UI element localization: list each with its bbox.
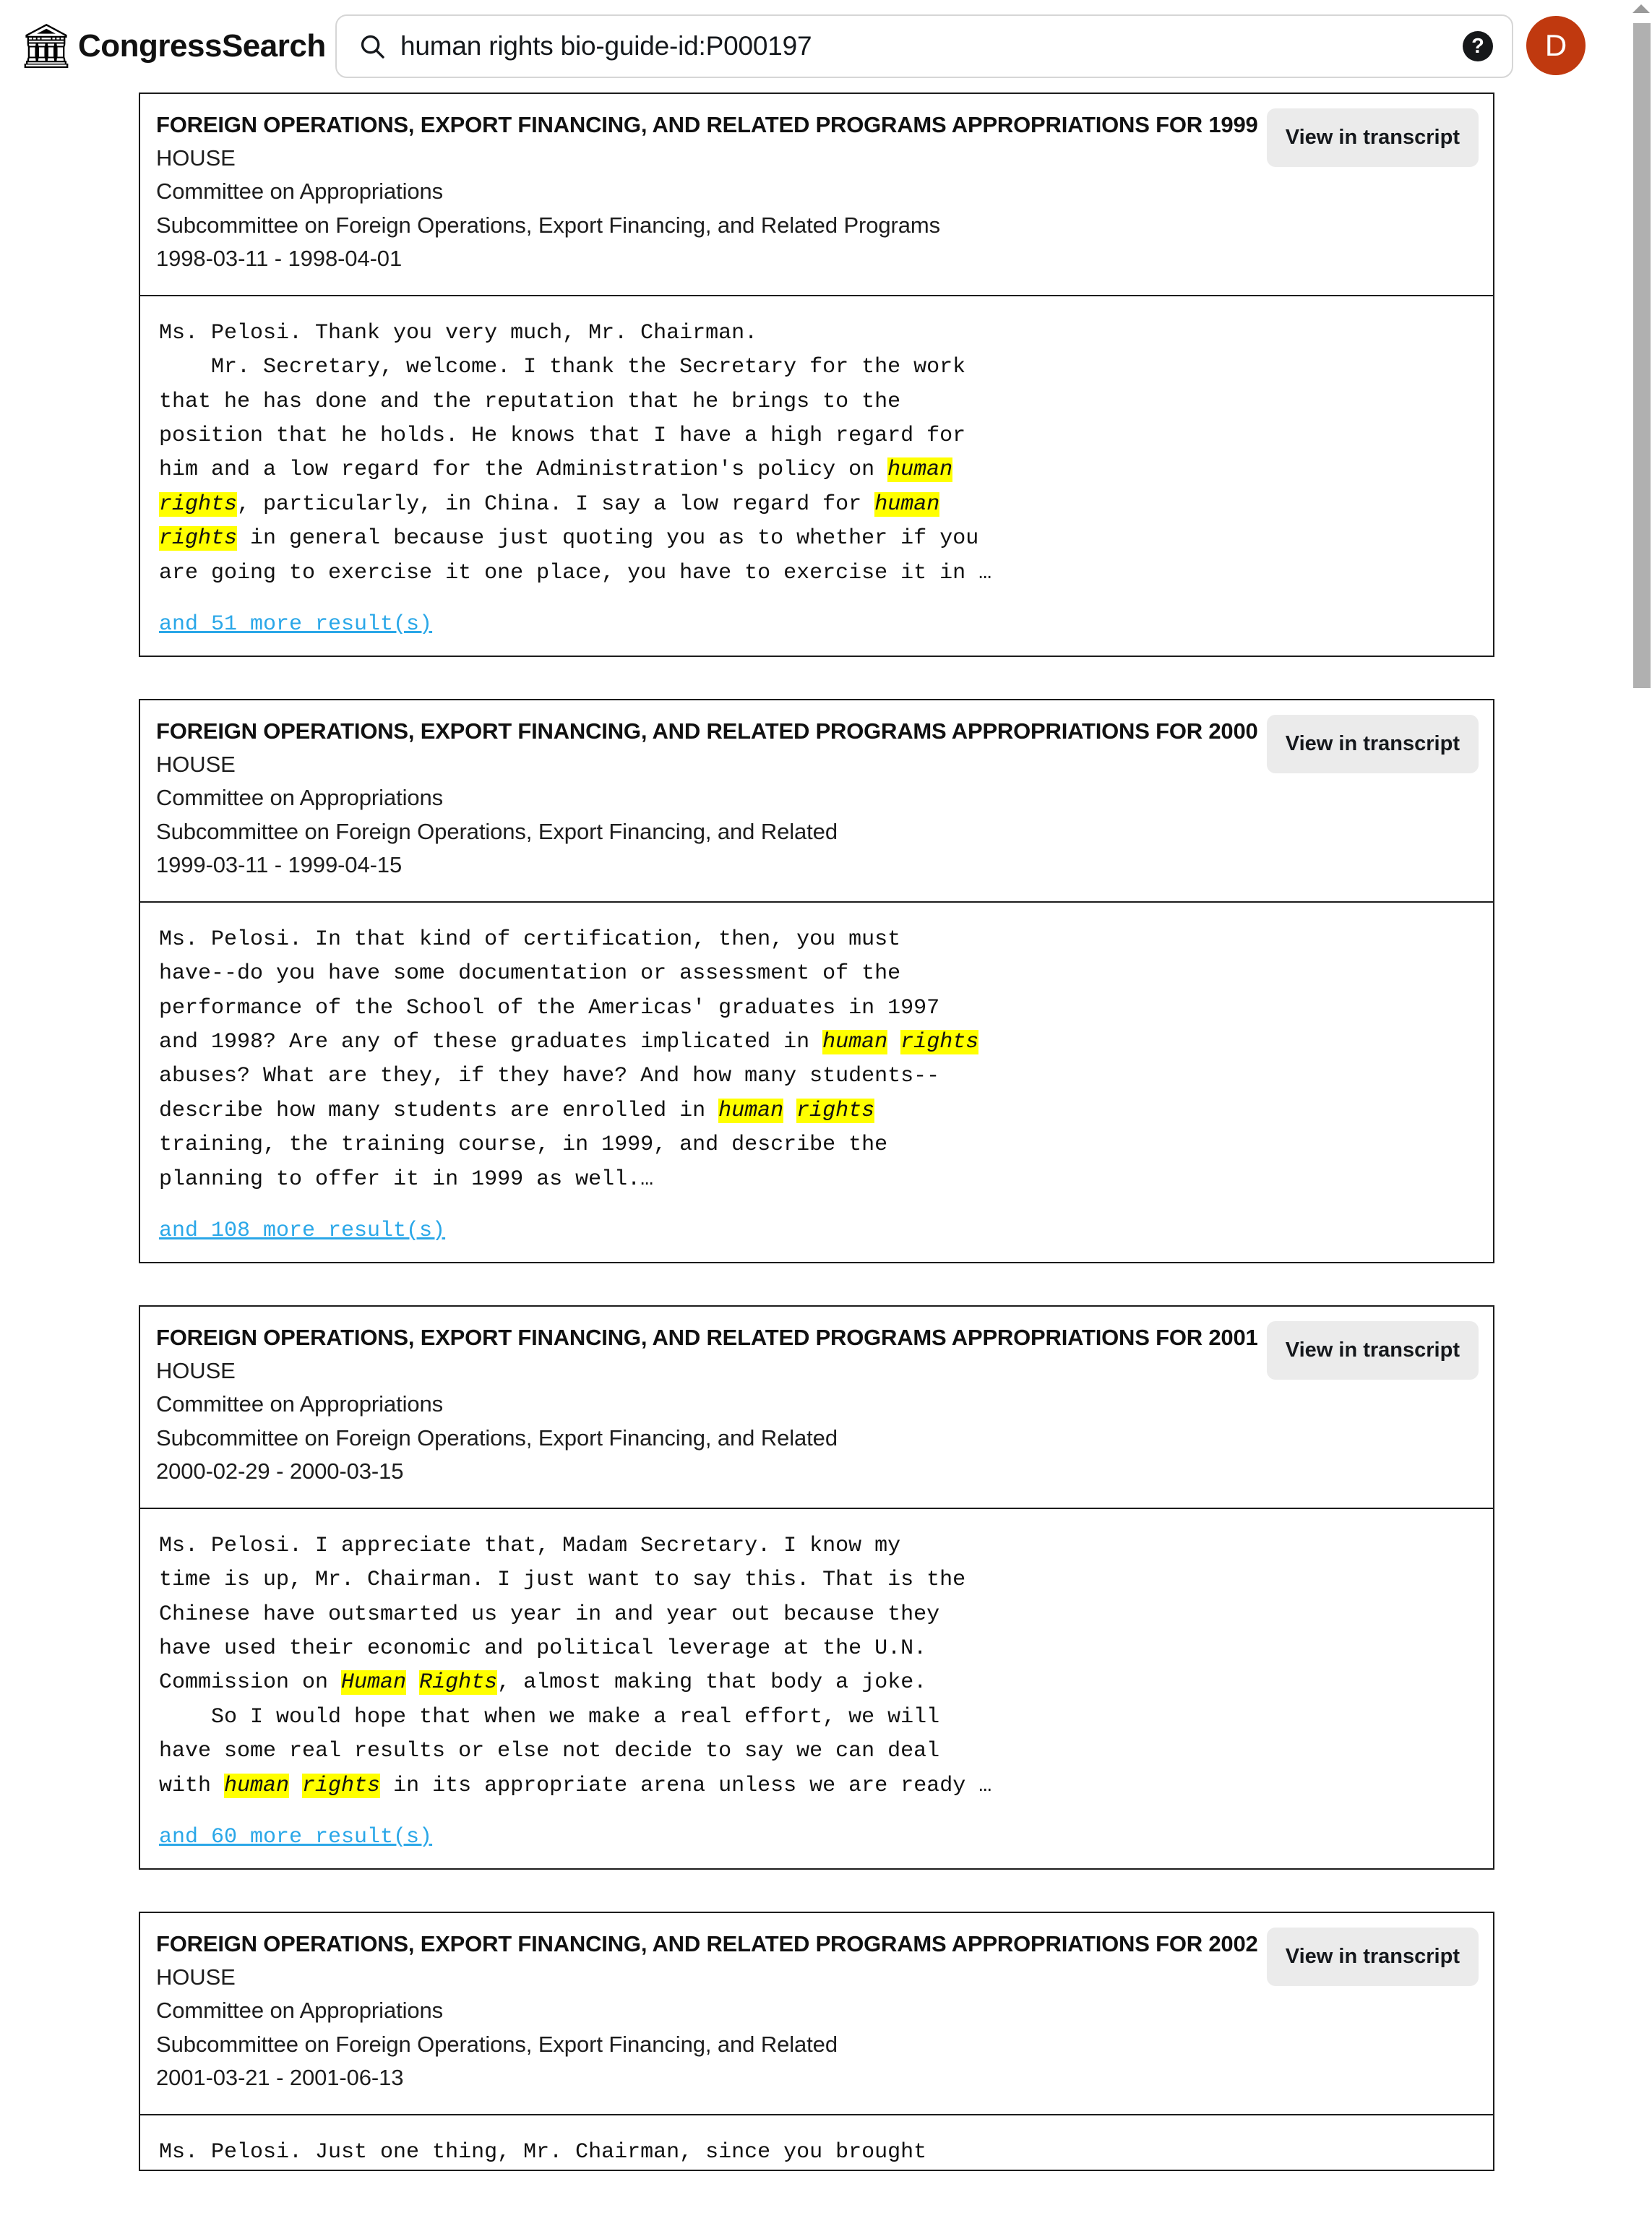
result-date-range: 2001-03-21 - 2001-06-13 — [156, 2065, 404, 2091]
result-card-header: FOREIGN OPERATIONS, EXPORT FINANCING, AN… — [140, 700, 1493, 903]
search-term-highlight: human — [822, 1029, 888, 1054]
result-title: FOREIGN OPERATIONS, EXPORT FINANCING, AN… — [156, 718, 1258, 744]
search-term-highlight: human — [887, 457, 953, 483]
avatar[interactable]: D — [1526, 16, 1586, 75]
scrollbar-thumb[interactable] — [1633, 23, 1651, 688]
search-term-highlight: human — [874, 491, 940, 517]
search-term-highlight: human — [224, 1773, 290, 1798]
result-subcommittee: Subcommittee on Foreign Operations, Expo… — [156, 212, 941, 238]
result-committee: Committee on Appropriations — [156, 1391, 444, 1417]
search-icon — [358, 33, 386, 60]
result-excerpt: Ms. Pelosi. Just one thing, Mr. Chairman… — [159, 2139, 927, 2165]
result-excerpt: Ms. Pelosi. I appreciate that, Madam Sec… — [159, 1533, 992, 1798]
result-subcommittee: Subcommittee on Foreign Operations, Expo… — [156, 1425, 838, 1451]
result-card-body: Ms. Pelosi. In that kind of certificatio… — [140, 903, 1493, 1262]
result-excerpt: Ms. Pelosi. Thank you very much, Mr. Cha… — [159, 320, 992, 585]
result-card: FOREIGN OPERATIONS, EXPORT FINANCING, AN… — [139, 1911, 1494, 2172]
view-in-transcript-button[interactable]: View in transcript — [1266, 1320, 1479, 1380]
brand-logo[interactable]: 🏛 CongressSearch — [19, 22, 326, 70]
result-subcommittee: Subcommittee on Foreign Operations, Expo… — [156, 818, 838, 844]
result-committee: Committee on Appropriations — [156, 1998, 444, 2024]
result-card: FOREIGN OPERATIONS, EXPORT FINANCING, AN… — [139, 1305, 1494, 1870]
result-title: FOREIGN OPERATIONS, EXPORT FINANCING, AN… — [156, 1930, 1258, 1956]
app-header: 🏛 CongressSearch ? D — [0, 0, 1652, 93]
search-term-highlight: rights — [159, 491, 238, 517]
search-input[interactable] — [400, 31, 1454, 61]
result-card: FOREIGN OPERATIONS, EXPORT FINANCING, AN… — [139, 698, 1494, 1263]
classical-building-icon: 🏛 — [19, 22, 74, 70]
result-title: FOREIGN OPERATIONS, EXPORT FINANCING, AN… — [156, 1324, 1258, 1350]
more-results-link[interactable]: and 51 more result(s) — [159, 612, 432, 637]
search-results-list: FOREIGN OPERATIONS, EXPORT FINANCING, AN… — [0, 93, 1652, 2172]
brand-name: CongressSearch — [78, 28, 326, 64]
search-term-highlight: rights — [900, 1029, 979, 1054]
result-date-range: 1999-03-11 - 1999-04-15 — [156, 852, 403, 878]
search-bar[interactable]: ? — [335, 14, 1513, 78]
result-card-header: FOREIGN OPERATIONS, EXPORT FINANCING, AN… — [140, 1307, 1493, 1509]
result-card-body: Ms. Pelosi. I appreciate that, Madam Sec… — [140, 1509, 1493, 1868]
result-card-header: FOREIGN OPERATIONS, EXPORT FINANCING, AN… — [140, 1913, 1493, 2115]
scrollbar-track[interactable] — [1630, 0, 1652, 1956]
search-term-highlight: rights — [302, 1773, 381, 1798]
search-term-highlight: human — [718, 1098, 784, 1123]
result-card-body: Ms. Pelosi. Just one thing, Mr. Chairman… — [140, 2115, 1493, 2170]
more-results-link[interactable]: and 108 more result(s) — [159, 1219, 445, 1243]
search-term-highlight: Rights — [419, 1670, 498, 1696]
view-in-transcript-button[interactable]: View in transcript — [1266, 1927, 1479, 1986]
result-date-range: 2000-02-29 - 2000-03-15 — [156, 1458, 404, 1484]
scroll-up-arrow-icon[interactable] — [1632, 4, 1650, 13]
search-term-highlight: rights — [159, 526, 238, 551]
result-committee: Committee on Appropriations — [156, 785, 444, 811]
result-card-header: FOREIGN OPERATIONS, EXPORT FINANCING, AN… — [140, 94, 1493, 296]
result-card-body: Ms. Pelosi. Thank you very much, Mr. Cha… — [140, 296, 1493, 656]
result-card: FOREIGN OPERATIONS, EXPORT FINANCING, AN… — [139, 93, 1494, 657]
result-subcommittee: Subcommittee on Foreign Operations, Expo… — [156, 2031, 838, 2057]
help-icon[interactable]: ? — [1463, 31, 1493, 61]
search-term-highlight: rights — [796, 1098, 875, 1123]
result-excerpt: Ms. Pelosi. In that kind of certificatio… — [159, 927, 979, 1192]
result-date-range: 1998-03-11 - 1998-04-01 — [156, 246, 403, 272]
result-committee: Committee on Appropriations — [156, 179, 444, 205]
more-results-link[interactable]: and 60 more result(s) — [159, 1825, 432, 1849]
search-term-highlight: Human — [341, 1670, 407, 1696]
view-in-transcript-button[interactable]: View in transcript — [1266, 714, 1479, 773]
view-in-transcript-button[interactable]: View in transcript — [1266, 108, 1479, 167]
result-title: FOREIGN OPERATIONS, EXPORT FINANCING, AN… — [156, 112, 1258, 137]
